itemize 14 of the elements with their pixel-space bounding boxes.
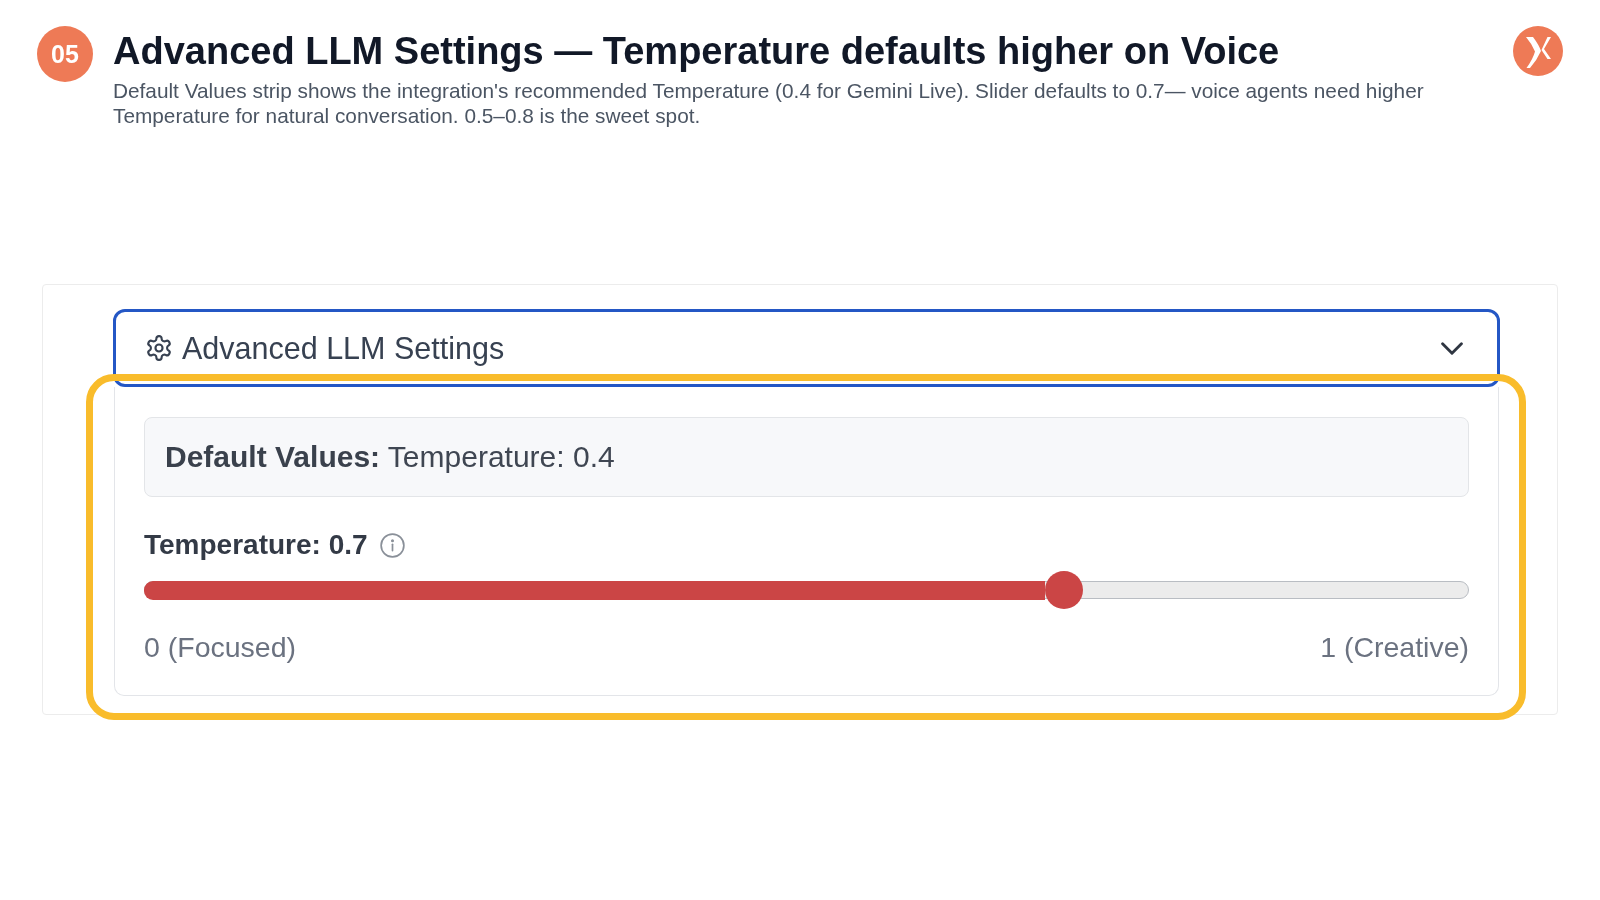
accordion-title: Advanced LLM Settings	[182, 330, 505, 366]
min-range-label: 0 (Focused)	[144, 630, 297, 665]
slide-description: Default Values strip shows the integration's recommended Temperature (0.4 for Gemini Live). Slider defaults to 0.7— voice agents need higher Temperature for natural conversation. 0.5–0.8 is the sweet spot.	[113, 78, 1425, 128]
gear-icon	[146, 335, 172, 361]
max-range-label: 1 (Creative)	[1320, 630, 1469, 665]
default-values-text: Default Values: Temperature: 0.4	[165, 440, 615, 474]
step-number-badge: 05	[37, 26, 93, 82]
logo-icon	[1513, 26, 1563, 76]
slide-title: Advanced LLM Settings — Temperature defaults higher on Voice	[113, 29, 1281, 74]
info-icon[interactable]	[379, 532, 405, 558]
slider-thumb[interactable]	[1044, 571, 1083, 609]
temperature-label: Temperature: 0.7	[144, 529, 368, 561]
accordion-header[interactable]: Advanced LLM Settings	[113, 309, 1500, 387]
slider-track[interactable]	[144, 581, 1469, 599]
